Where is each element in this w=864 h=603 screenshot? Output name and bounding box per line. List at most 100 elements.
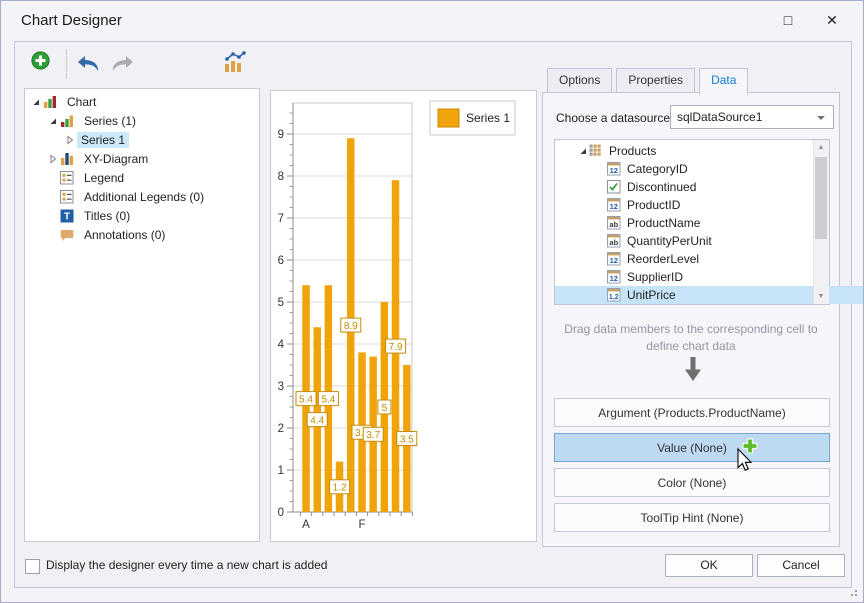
- tab-options[interactable]: Options: [547, 68, 612, 93]
- svg-text:1: 1: [278, 465, 284, 477]
- tree-item-label: Series (1): [80, 113, 140, 129]
- tree-item-legend[interactable]: Legend: [25, 168, 259, 187]
- svg-text:8: 8: [278, 171, 284, 183]
- fields-scrollbar[interactable]: ▲ ▼: [813, 140, 829, 304]
- display-designer-checkbox-label: Display the designer every time a new ch…: [46, 558, 327, 572]
- y-axis: 0123456789: [278, 129, 293, 519]
- tree-item-titles-0[interactable]: T Titles (0): [25, 206, 259, 225]
- cell-argument[interactable]: Argument (Products.ProductName): [554, 398, 830, 427]
- panel-tabs: OptionsPropertiesData: [547, 68, 748, 93]
- titlebar[interactable]: Chart Designer □ ✕: [1, 1, 863, 41]
- tree-item-label: Series 1: [77, 132, 129, 148]
- svg-text:7.9: 7.9: [389, 342, 403, 353]
- scroll-down-icon[interactable]: ▼: [814, 289, 828, 304]
- tree-item-label: Titles (0): [80, 208, 134, 224]
- cell-color[interactable]: Color (None): [554, 468, 830, 497]
- cell-value[interactable]: Value (None): [554, 433, 830, 462]
- window-title: Chart Designer: [21, 1, 122, 41]
- svg-text:5: 5: [382, 403, 388, 414]
- svg-text:1.2: 1.2: [333, 483, 347, 494]
- expander-expanded-icon[interactable]: [31, 97, 41, 107]
- fields-list: ▲ ▼ Products 12 CategoryID Discontinued 12 Pr…: [554, 139, 830, 305]
- svg-text:3: 3: [278, 381, 284, 393]
- svg-text:9: 9: [278, 129, 284, 141]
- datasource-label: Choose a datasource:: [556, 111, 673, 125]
- annotations-icon: [60, 228, 74, 242]
- bar-chart-preview: 0123456789AF5.44.45.41.28.93.83.757.93.5…: [271, 91, 536, 541]
- svg-text:1,2: 1,2: [609, 294, 619, 301]
- svg-text:12: 12: [610, 256, 618, 265]
- chart-structure-tree: Chart Series (1) Series 1XY-Diagram Legend A…: [24, 88, 260, 542]
- svg-text:F: F: [358, 519, 365, 531]
- svg-text:12: 12: [610, 202, 618, 211]
- field-name: Discontinued: [627, 180, 696, 194]
- tree-item-additional-legends-0[interactable]: Additional Legends (0): [25, 187, 259, 206]
- add-chart-element-button[interactable]: [31, 51, 50, 75]
- tree-item-label: Legend: [80, 170, 128, 186]
- x-axis: AF: [300, 512, 412, 531]
- tree-item-xy-diagram[interactable]: XY-Diagram: [25, 149, 259, 168]
- decimal-field-icon: 1,2: [607, 288, 621, 302]
- cancel-button[interactable]: Cancel: [757, 554, 845, 577]
- svg-text:12: 12: [610, 274, 618, 283]
- svg-text:2: 2: [278, 423, 284, 435]
- svg-text:4: 4: [278, 339, 285, 351]
- scroll-up-icon[interactable]: ▲: [814, 140, 828, 155]
- ok-button[interactable]: OK: [665, 554, 753, 577]
- fields-table-row[interactable]: Products: [555, 142, 836, 160]
- int-field-icon: 12: [607, 162, 621, 176]
- plus-circle-icon: [31, 51, 50, 70]
- drag-hint-text: Drag data members to the corresponding c…: [555, 321, 827, 355]
- chart-designer-dialog: Chart Designer □ ✕ Chart Series (1) Series…: [0, 0, 864, 603]
- expander-expanded-icon[interactable]: [48, 116, 58, 126]
- resize-grip[interactable]: [847, 586, 857, 596]
- titles-icon: T: [60, 209, 74, 223]
- svg-text:7: 7: [278, 213, 284, 225]
- chart-legend: Series 1: [430, 101, 515, 135]
- tree-item-series-1[interactable]: Series 1: [25, 130, 259, 149]
- table-name: Products: [609, 144, 656, 158]
- chart-type-icon: [223, 50, 246, 73]
- expander-collapsed-icon[interactable]: [48, 154, 58, 164]
- expander-collapsed-icon[interactable]: [65, 135, 75, 145]
- chart-preview-panel: 0123456789AF5.44.45.41.28.93.83.757.93.5…: [270, 90, 537, 542]
- close-button[interactable]: ✕: [815, 4, 849, 36]
- field-name: QuantityPerUnit: [627, 234, 712, 248]
- bool-field-icon: [607, 180, 621, 194]
- undo-button[interactable]: [77, 55, 100, 77]
- tree-item-label: Annotations (0): [80, 227, 169, 243]
- redo-button[interactable]: [111, 55, 134, 77]
- tree-item-chart[interactable]: Chart: [25, 92, 259, 111]
- tree-item-annotations-0[interactable]: Annotations (0): [25, 225, 259, 244]
- field-name: ProductID: [627, 198, 680, 212]
- svg-text:ab: ab: [609, 238, 618, 247]
- undo-arrow-icon: [77, 55, 100, 72]
- tree-item-series-1[interactable]: Series (1): [25, 111, 259, 130]
- tree-item-label: Additional Legends (0): [80, 189, 208, 205]
- tab-properties[interactable]: Properties: [616, 68, 695, 93]
- scrollbar-thumb[interactable]: [815, 157, 827, 239]
- tab-data[interactable]: Data: [699, 68, 748, 95]
- datasource-dropdown[interactable]: sqlDataSource1: [670, 105, 834, 129]
- expander-expanded-icon[interactable]: [578, 146, 588, 156]
- toolbar-separator: [66, 49, 67, 79]
- table-icon: [589, 144, 603, 158]
- field-name: ReorderLevel: [627, 252, 699, 266]
- chart-type-button[interactable]: [223, 50, 246, 78]
- cell-tooltip[interactable]: ToolTip Hint (None): [554, 503, 830, 532]
- dropdown-arrow-icon: [817, 116, 825, 120]
- svg-text:A: A: [302, 519, 310, 531]
- svg-text:4.4: 4.4: [310, 415, 324, 426]
- svg-text:5.4: 5.4: [321, 394, 335, 405]
- text-field-icon: ab: [607, 216, 621, 230]
- legend-icon: [60, 171, 74, 185]
- data-tab-page: Choose a datasource: sqlDataSource1 ▲ ▼ …: [542, 92, 840, 547]
- chart-icon: [43, 95, 57, 109]
- svg-text:0: 0: [278, 507, 284, 519]
- svg-text:5: 5: [278, 297, 284, 309]
- field-name: CategoryID: [627, 162, 688, 176]
- svg-text:5.4: 5.4: [299, 394, 313, 405]
- display-designer-checkbox[interactable]: [25, 559, 40, 574]
- legend-icon: [60, 190, 74, 204]
- maximize-button[interactable]: □: [771, 4, 805, 36]
